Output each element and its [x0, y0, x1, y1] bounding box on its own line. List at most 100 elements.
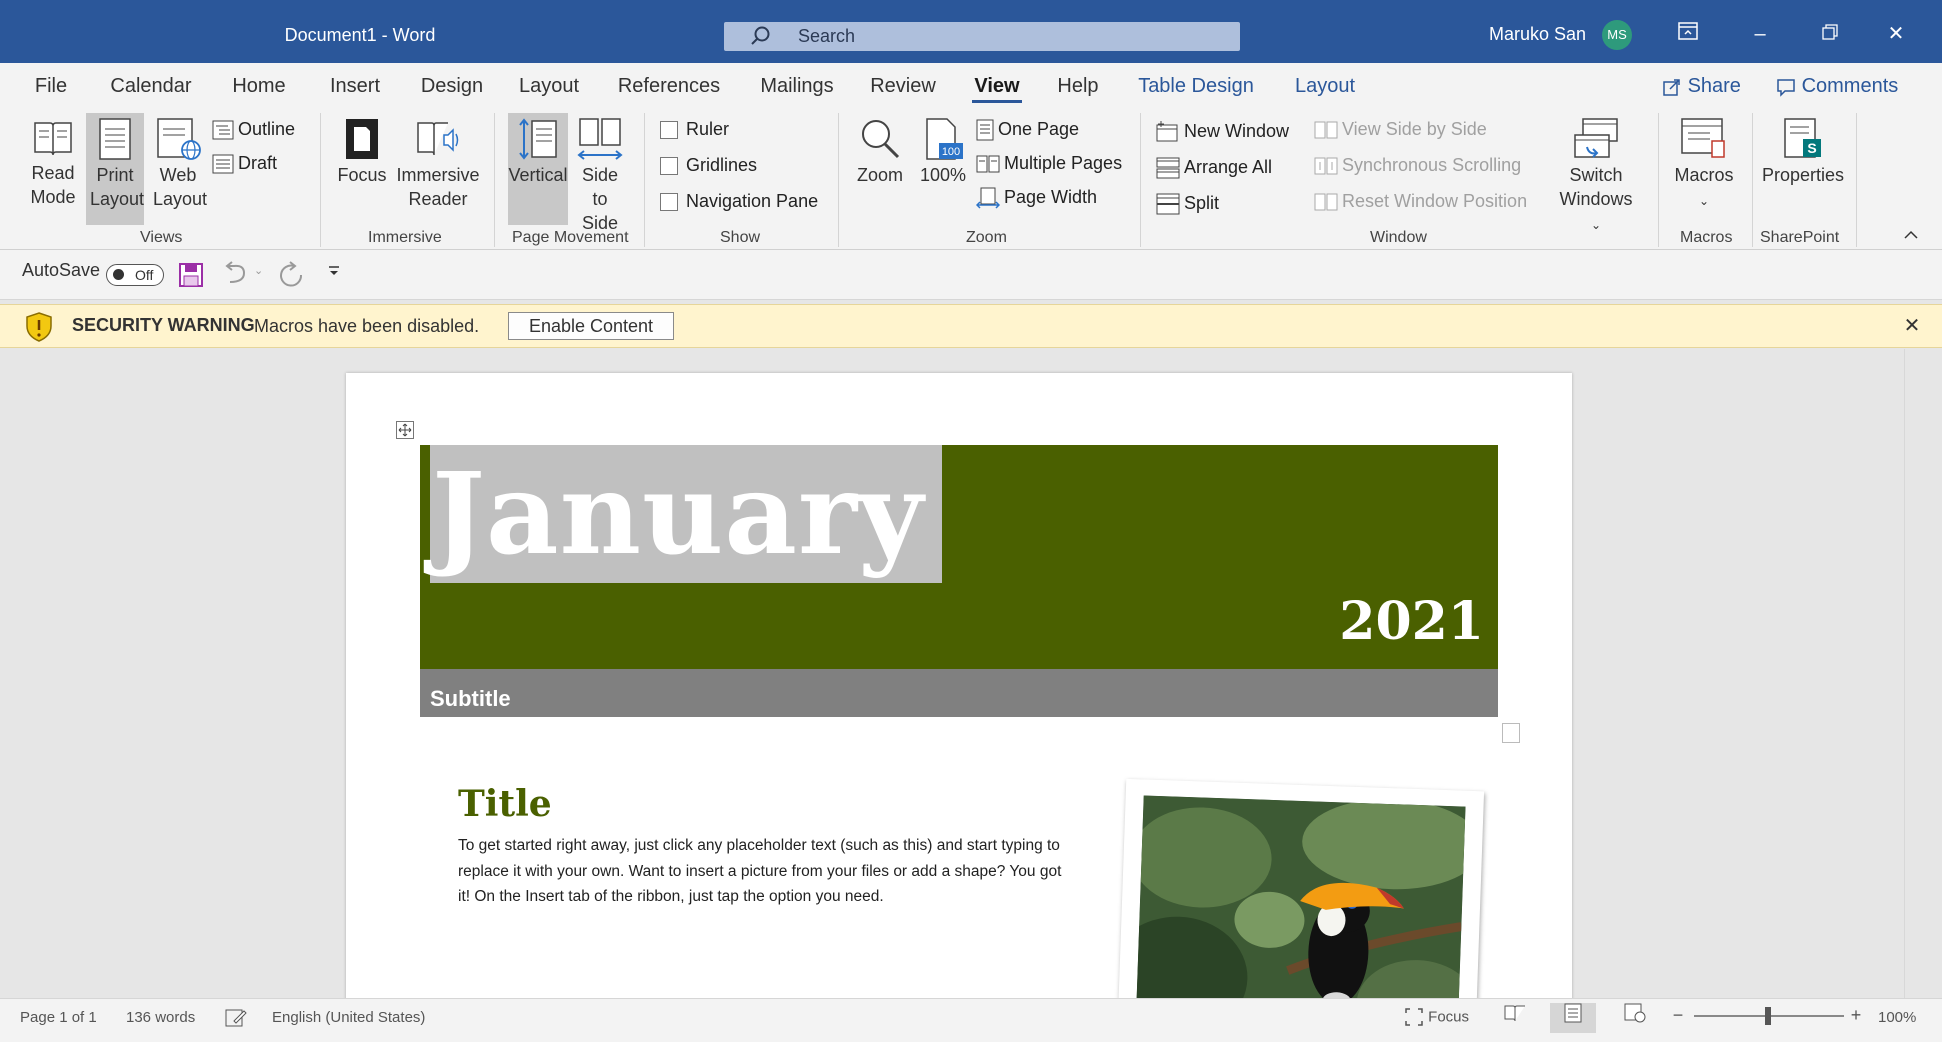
tab-home[interactable]: Home	[214, 63, 304, 107]
reset-window-position-icon	[1314, 193, 1338, 211]
read-mode-button[interactable]: Read Mode	[24, 113, 82, 225]
new-window-button[interactable]: New Window	[1156, 117, 1289, 145]
arrange-all-button[interactable]: Arrange All	[1156, 153, 1272, 181]
tab-mailings[interactable]: Mailings	[742, 63, 852, 107]
focus-button[interactable]: Focus	[334, 113, 390, 225]
vertical-icon	[519, 118, 557, 160]
autosave-toggle[interactable]: Off	[106, 264, 164, 286]
navigation-pane-checkbox-box[interactable]	[660, 193, 678, 212]
zoom-in-button[interactable]: +	[1846, 1005, 1866, 1029]
document-page[interactable]: January 2021 Subtitle Title To get start…	[346, 373, 1572, 998]
zoom-100-button[interactable]: 100 100%	[914, 113, 972, 225]
page-count[interactable]: Page 1 of 1	[20, 1009, 97, 1026]
enable-content-button[interactable]: Enable Content	[508, 312, 674, 340]
ribbon: Read Mode Print Layout Web Layout Outlin…	[0, 107, 1942, 250]
zoom-group-label: Zoom	[966, 229, 1007, 246]
hundred-percent-icon: 100	[926, 118, 963, 160]
year-heading[interactable]: 2021	[1339, 591, 1484, 652]
customize-qat-button[interactable]	[322, 264, 346, 286]
navigation-pane-checkbox[interactable]: Navigation Pane	[660, 187, 818, 215]
read-mode-view-button[interactable]	[1492, 1003, 1538, 1033]
show-group-label: Show	[720, 229, 761, 246]
save-button[interactable]	[178, 262, 208, 290]
toucan-image	[1135, 795, 1466, 998]
close-icon: ✕	[1887, 23, 1905, 45]
share-button[interactable]: Share	[1662, 69, 1741, 103]
print-layout-view-button[interactable]	[1550, 1003, 1596, 1033]
switch-windows-button[interactable]: Switch Windows ⌄	[1548, 113, 1644, 232]
collapse-ribbon-button[interactable]	[1896, 227, 1926, 247]
focus-mode-button[interactable]: Focus	[1404, 1007, 1469, 1027]
divider	[320, 113, 321, 247]
calendar-banner[interactable]: January 2021 Subtitle	[420, 445, 1498, 717]
gridlines-checkbox[interactable]: Gridlines	[660, 151, 757, 179]
tab-table-design[interactable]: Table Design	[1122, 63, 1270, 107]
undo-button[interactable]	[222, 260, 252, 290]
tab-help[interactable]: Help	[1042, 63, 1114, 107]
synchronous-scrolling-button[interactable]: Synchronous Scrolling	[1314, 151, 1521, 179]
document-area[interactable]: January 2021 Subtitle Title To get start…	[0, 349, 1942, 998]
immersive-group-label: Immersive	[368, 229, 442, 246]
immersive-reader-button[interactable]: Immersive Reader	[394, 113, 482, 225]
comments-button[interactable]: Comments	[1776, 69, 1898, 103]
restore-button[interactable]	[1800, 12, 1860, 56]
tab-insert[interactable]: Insert	[310, 63, 400, 107]
outline-button[interactable]: Outline	[212, 115, 295, 143]
minimize-button[interactable]: –	[1730, 12, 1790, 56]
document-title[interactable]: Title	[458, 783, 552, 825]
synchronous-scrolling-label: Synchronous Scrolling	[1342, 155, 1522, 175]
reset-window-position-button[interactable]: Reset Window Position	[1314, 187, 1527, 215]
proofing-icon[interactable]	[224, 1007, 248, 1033]
switch-windows-label: Switch Windows	[1559, 165, 1633, 209]
table-move-handle-icon[interactable]	[396, 421, 414, 439]
ribbon-display-options-button[interactable]	[1658, 12, 1718, 56]
gridlines-checkbox-box[interactable]	[660, 157, 678, 176]
avatar[interactable]: MS	[1602, 20, 1632, 50]
language-indicator[interactable]: English (United States)	[272, 1009, 425, 1026]
tab-table-layout[interactable]: Layout	[1278, 63, 1372, 107]
autosave-toggle-state: Off	[135, 267, 154, 283]
zoom-slider[interactable]	[1694, 1007, 1844, 1025]
tab-view[interactable]: View	[956, 63, 1038, 107]
search-box[interactable]: Search	[724, 22, 1240, 51]
web-layout-label: Web Layout	[153, 165, 208, 209]
ruler-checkbox-box[interactable]	[660, 121, 678, 140]
web-layout-view-icon	[1624, 1003, 1646, 1023]
tab-calendar[interactable]: Calendar	[94, 63, 208, 107]
tab-design[interactable]: Design	[404, 63, 500, 107]
document-body-text[interactable]: To get started right away, just click an…	[458, 833, 1068, 910]
side-to-side-button[interactable]: Side to Side	[572, 113, 628, 233]
draft-button[interactable]: Draft	[212, 149, 277, 177]
split-button[interactable]: Split	[1156, 189, 1219, 217]
zoom-button[interactable]: Zoom	[852, 113, 908, 225]
user-name[interactable]: Maruko San	[1489, 24, 1586, 45]
tab-layout[interactable]: Layout	[504, 63, 594, 107]
toucan-photo[interactable]	[1117, 778, 1485, 998]
web-layout-button[interactable]: Web Layout	[148, 113, 208, 225]
one-page-button[interactable]: One Page	[976, 115, 1079, 143]
view-side-by-side-button[interactable]: View Side by Side	[1314, 115, 1487, 143]
zoom-out-button[interactable]: −	[1668, 1005, 1688, 1029]
zoom-level[interactable]: 100%	[1878, 1009, 1916, 1026]
subtitle-text[interactable]: Subtitle	[420, 669, 1498, 717]
tab-references[interactable]: References	[602, 63, 736, 107]
close-warning-button[interactable]: ✕	[1898, 311, 1926, 341]
zoom-slider-thumb[interactable]	[1765, 1007, 1771, 1025]
print-layout-button[interactable]: Print Layout	[86, 113, 144, 225]
ruler-checkbox[interactable]: Ruler	[660, 115, 729, 143]
vertical-button[interactable]: Vertical	[508, 113, 568, 225]
word-count[interactable]: 136 words	[126, 1009, 195, 1026]
vertical-scrollbar[interactable]	[1904, 349, 1926, 998]
macros-button[interactable]: Macros ⌄	[1672, 113, 1736, 225]
redo-button[interactable]	[276, 260, 310, 290]
tab-review[interactable]: Review	[856, 63, 950, 107]
page-width-button[interactable]: Page Width	[976, 183, 1097, 211]
undo-dropdown[interactable]: ⌄	[254, 264, 268, 284]
focus-label: Focus	[337, 165, 387, 185]
month-heading[interactable]: January	[430, 445, 942, 583]
tab-file[interactable]: File	[14, 63, 88, 107]
properties-button[interactable]: S Properties	[1758, 113, 1848, 225]
web-layout-view-button[interactable]	[1612, 1003, 1658, 1033]
multiple-pages-button[interactable]: Multiple Pages	[976, 149, 1122, 177]
close-window-button[interactable]: ✕	[1866, 12, 1926, 56]
